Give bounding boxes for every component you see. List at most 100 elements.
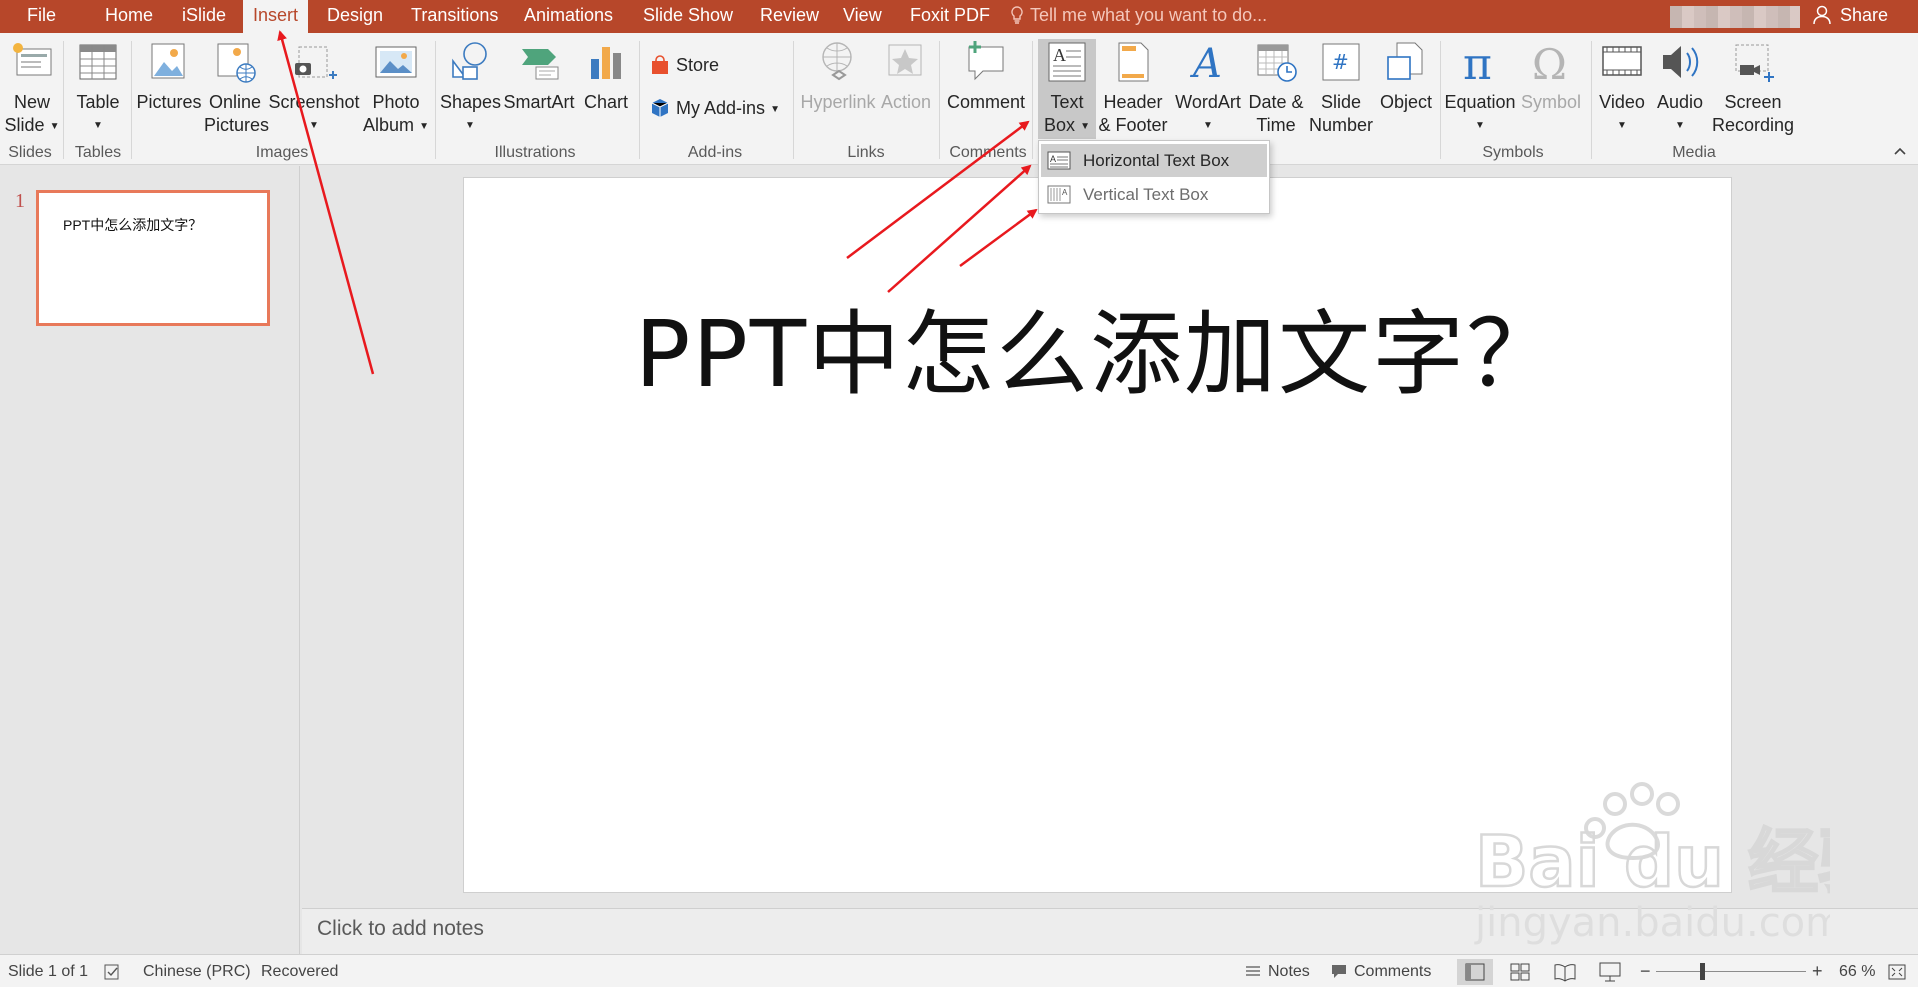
normal-view-icon[interactable] xyxy=(1457,959,1493,985)
wordart-label: WordArt xyxy=(1175,92,1241,112)
zoom-slider-thumb[interactable] xyxy=(1700,963,1705,980)
object-button[interactable]: Object xyxy=(1376,39,1436,139)
header-footer-label-1: Header xyxy=(1103,92,1163,112)
tab-slide-show[interactable]: Slide Show xyxy=(633,0,743,33)
dropdown-caret-icon: ▼ xyxy=(419,121,429,132)
menu-item-horizontal-text-box[interactable]: A Horizontal Text Box xyxy=(1041,144,1267,177)
audio-button[interactable]: Audio ▼ xyxy=(1652,39,1708,139)
dropdown-caret-icon: ▼ xyxy=(309,120,319,131)
chart-button[interactable]: Chart xyxy=(578,39,634,139)
hyperlink-globe-icon xyxy=(822,42,852,81)
tab-transitions[interactable]: Transitions xyxy=(401,0,508,33)
dropdown-caret-icon: ▼ xyxy=(93,120,103,131)
tell-me-box[interactable]: Tell me what you want to do... xyxy=(1010,0,1267,33)
dropdown-caret-icon: ▼ xyxy=(770,104,780,115)
slide-number-button[interactable]: # Slide Number xyxy=(1308,39,1374,139)
tab-home[interactable]: Home xyxy=(95,0,163,33)
tab-file[interactable]: File xyxy=(17,0,66,33)
notes-toggle-button[interactable]: Notes xyxy=(1244,955,1310,987)
zoom-out-button[interactable]: − xyxy=(1640,955,1651,987)
audio-label: Audio xyxy=(1656,92,1704,112)
wordart-button[interactable]: A WordArt ▼ xyxy=(1170,39,1246,139)
my-addins-button[interactable]: My Add-ins ▼ xyxy=(650,94,780,122)
vertical-text-box-label: Vertical Text Box xyxy=(1083,185,1209,204)
group-separator xyxy=(639,41,640,159)
screenshot-button[interactable]: Screenshot ▼ xyxy=(268,39,360,139)
action-button[interactable]: Action xyxy=(878,39,934,139)
slide-sorter-view-icon[interactable] xyxy=(1502,959,1538,985)
smartart-button[interactable]: SmartArt xyxy=(502,39,576,139)
share-button[interactable]: Share xyxy=(1812,0,1888,33)
photo-album-button[interactable]: Photo Album ▼ xyxy=(360,39,432,139)
screen-recording-button[interactable]: Screen Recording xyxy=(1710,39,1796,139)
zoom-in-button[interactable]: + xyxy=(1812,955,1823,987)
header-footer-button[interactable]: Header & Footer xyxy=(1098,39,1168,139)
online-pictures-button[interactable]: Online Pictures xyxy=(204,39,269,139)
slide-number-label-1: Slide xyxy=(1320,92,1362,112)
hyperlink-button[interactable]: Hyperlink xyxy=(798,39,878,139)
smartart-label: SmartArt xyxy=(503,92,575,112)
pictures-icon xyxy=(151,43,185,79)
tab-design[interactable]: Design xyxy=(317,0,393,33)
user-account-blurred[interactable] xyxy=(1670,6,1800,28)
screenshot-label: Screenshot xyxy=(268,92,360,112)
screen-recording-label-1: Screen xyxy=(1724,92,1782,112)
tab-islide[interactable]: iSlide xyxy=(172,0,236,33)
slide-title[interactable]: PPT中怎么添加文字？ xyxy=(464,280,1731,413)
group-label-images: Images xyxy=(255,144,309,161)
zoom-level[interactable]: 66 % xyxy=(1839,955,1875,987)
notes-icon xyxy=(1246,966,1260,976)
horizontal-text-box-label: Horizontal Text Box xyxy=(1083,151,1230,170)
tab-insert[interactable]: Insert xyxy=(243,0,309,33)
dropdown-caret-icon: ▼ xyxy=(1675,120,1685,131)
text-box-button[interactable]: A Text Box ▼ xyxy=(1038,39,1096,139)
tab-foxit-pdf[interactable]: Foxit PDF xyxy=(900,0,1000,33)
video-button[interactable]: Video ▼ xyxy=(1594,39,1650,139)
tab-view[interactable]: View xyxy=(833,0,892,33)
language-indicator[interactable]: Chinese (PRC) xyxy=(143,955,251,987)
new-slide-button[interactable]: New Slide ▼ xyxy=(4,39,60,139)
dropdown-caret-icon: ▼ xyxy=(1080,121,1090,132)
comment-button[interactable]: Comment xyxy=(944,39,1028,139)
group-separator xyxy=(1440,41,1441,159)
tab-review[interactable]: Review xyxy=(750,0,829,33)
spelling-check-icon[interactable] xyxy=(104,963,122,981)
smartart-icon xyxy=(522,49,559,80)
store-button[interactable]: Store xyxy=(650,51,719,79)
pictures-button[interactable]: Pictures xyxy=(136,39,202,139)
ribbon-tab-bar: File Home iSlide Insert Design Transitio… xyxy=(0,0,1918,33)
slide-thumbnail-number: 1 xyxy=(15,190,25,212)
slide-thumbnail[interactable]: PPT中怎么添加文字？ xyxy=(36,190,270,326)
text-box-dropdown-menu: A Horizontal Text Box A Vertical Text Bo… xyxy=(1038,140,1270,214)
reading-view-icon[interactable] xyxy=(1547,959,1583,985)
slide-thumbnail-title: PPT中怎么添加文字？ xyxy=(63,217,203,233)
group-separator xyxy=(1032,41,1033,159)
comments-toggle-button[interactable]: Comments xyxy=(1330,955,1431,987)
notes-pane[interactable]: Click to add notes xyxy=(302,908,1918,954)
tab-animations[interactable]: Animations xyxy=(514,0,623,33)
slide-number-icon: # xyxy=(1322,43,1360,81)
photo-album-label-2: Album xyxy=(363,115,415,135)
chart-icon xyxy=(591,47,621,79)
slide-show-view-icon[interactable] xyxy=(1592,959,1628,985)
symbol-button[interactable]: Ω Symbol xyxy=(1516,39,1586,139)
group-label-tables: Tables xyxy=(74,144,122,161)
group-label-links: Links xyxy=(847,144,885,161)
group-label-comments: Comments xyxy=(949,144,1027,161)
slide-counter[interactable]: Slide 1 of 1 xyxy=(8,955,88,987)
fit-to-window-icon[interactable] xyxy=(1884,959,1910,985)
lightbulb-icon xyxy=(1011,6,1023,24)
menu-item-vertical-text-box[interactable]: A Vertical Text Box xyxy=(1041,178,1267,211)
header-footer-label-2: & Footer xyxy=(1098,115,1168,135)
dropdown-caret-icon: ▼ xyxy=(465,120,475,131)
notes-placeholder: Click to add notes xyxy=(317,917,484,940)
zoom-slider-track[interactable] xyxy=(1656,971,1806,972)
slide-canvas[interactable]: PPT中怎么添加文字？ xyxy=(463,177,1732,893)
comments-icon xyxy=(1332,965,1346,978)
shapes-button[interactable]: Shapes ▼ xyxy=(440,39,501,139)
dropdown-caret-icon: ▼ xyxy=(1475,120,1485,131)
table-button[interactable]: Table ▼ xyxy=(70,39,126,139)
equation-button[interactable]: π Equation ▼ xyxy=(1444,39,1516,139)
collapse-ribbon-icon[interactable] xyxy=(1892,143,1908,159)
date-time-button[interactable]: Date & Time xyxy=(1246,39,1306,139)
